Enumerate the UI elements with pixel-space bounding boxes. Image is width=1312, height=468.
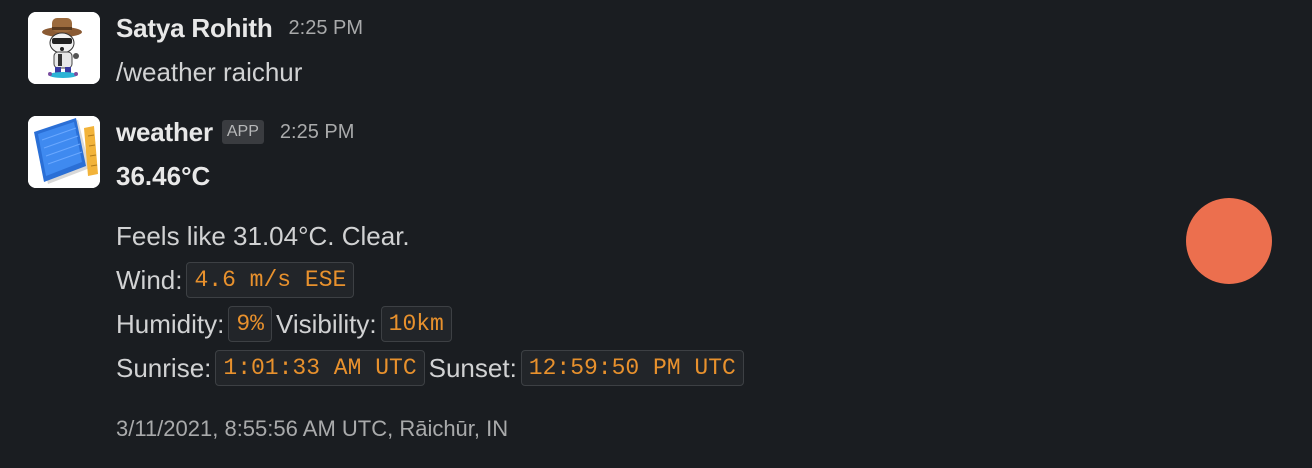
wind-value: 4.6 m/s ESE bbox=[186, 262, 355, 298]
wind-label: Wind: bbox=[116, 265, 183, 295]
sunrise-label: Sunrise: bbox=[116, 353, 212, 383]
feels-like-text: Feels like 31.04°C. Clear. bbox=[116, 221, 410, 251]
sunrise-value: 1:01:33 AM UTC bbox=[215, 350, 425, 386]
sender-name[interactable]: weather bbox=[116, 117, 213, 148]
command-text: /weather raichur bbox=[116, 57, 303, 87]
sender-name[interactable]: Satya Rohith bbox=[116, 13, 273, 44]
message-header: Satya Rohith 2:25 PM bbox=[116, 11, 363, 45]
feels-like-line: Feels like 31.04°C. Clear. bbox=[116, 216, 410, 256]
app-badge: APP bbox=[221, 120, 264, 144]
visibility-label: Visibility: bbox=[275, 309, 377, 339]
footer-text: 3/11/2021, 8:55:56 AM UTC, Rāichūr, IN bbox=[116, 416, 509, 441]
sunset-value: 12:59:50 PM UTC bbox=[520, 350, 744, 386]
sun-times-line: Sunrise: 1:01:33 AM UTC Sunset: 12:59:50… bbox=[116, 348, 748, 388]
message-header: weather APP 2:25 PM bbox=[116, 115, 354, 149]
visibility-value: 10km bbox=[380, 306, 452, 342]
wind-line: Wind: 4.6 m/s ESE bbox=[116, 260, 358, 300]
message-footer: 3/11/2021, 8:55:56 AM UTC, Rāichūr, IN bbox=[116, 409, 508, 449]
message-text: /weather raichur bbox=[116, 52, 302, 92]
orange-dot bbox=[1186, 198, 1272, 284]
temperature-line: 36.46°C bbox=[116, 156, 210, 196]
humidity-visibility-line: Humidity: 9% Visibility: 10km bbox=[116, 304, 456, 344]
message-timestamp[interactable]: 2:25 PM bbox=[280, 121, 354, 144]
user-avatar[interactable] bbox=[28, 12, 100, 84]
temperature-value: 36.46°C bbox=[116, 161, 211, 191]
humidity-label: Humidity: bbox=[116, 309, 225, 339]
message-timestamp[interactable]: 2:25 PM bbox=[289, 17, 363, 40]
sunset-label: Sunset: bbox=[428, 353, 517, 383]
humidity-value: 9% bbox=[228, 306, 272, 342]
app-avatar[interactable] bbox=[28, 116, 100, 188]
